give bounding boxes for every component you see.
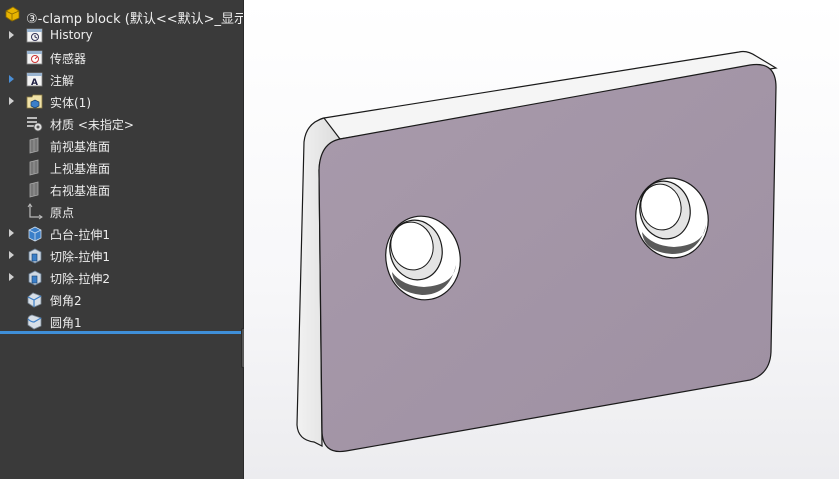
plane-icon [29, 159, 39, 176]
tree-item-chamfer2[interactable]: 倒角2 [0, 288, 243, 310]
material-icon [27, 117, 43, 132]
svg-text:A: A [31, 78, 38, 88]
solid-bodies-icon [26, 94, 43, 109]
part-model-view[interactable] [244, 0, 839, 479]
tree-item-sensors[interactable]: 传感器 [0, 46, 243, 68]
feature-manager-tree: ③-clamp block (默认<<默认>_显示状 History 传感器 A [0, 0, 243, 479]
tree-item-label: 凸台-拉伸1 [50, 228, 110, 242]
tree-item-label: 切除-拉伸2 [50, 272, 110, 286]
sensor-icon [26, 50, 43, 65]
tree-item-label: 倒角2 [50, 294, 82, 308]
history-icon [26, 28, 43, 43]
tree-item-right-plane[interactable]: 右视基准面 [0, 178, 243, 200]
tree-item-fillet1[interactable]: 圆角1 [0, 310, 243, 332]
tree-item-label: 材质 <未指定> [50, 118, 134, 132]
expand-arrow-icon[interactable] [9, 75, 14, 83]
tree-item-annotations[interactable]: A 注解 [0, 68, 243, 90]
chamfer-icon [27, 292, 42, 308]
tree-item-label: 切除-拉伸1 [50, 250, 110, 264]
tree-item-top-plane[interactable]: 上视基准面 [0, 156, 243, 178]
expand-arrow-icon[interactable] [9, 31, 14, 39]
expand-arrow-icon[interactable] [9, 251, 14, 259]
tree-item-cut-extrude2[interactable]: 切除-拉伸2 [0, 266, 243, 288]
tree-item-label: 原点 [50, 206, 75, 220]
tree-item-history[interactable]: History [0, 24, 243, 46]
expand-arrow-icon[interactable] [9, 273, 14, 281]
tree-item-solid-bodies[interactable]: 实体(1) [0, 90, 243, 112]
tree-item-label: 注解 [50, 74, 75, 88]
origin-icon [27, 203, 43, 220]
expand-arrow-icon[interactable] [9, 229, 14, 237]
expand-arrow-icon[interactable] [9, 97, 14, 105]
graphics-viewport[interactable] [244, 0, 839, 479]
part-icon [5, 6, 20, 22]
fillet-icon [27, 314, 42, 330]
cut-extrude-icon [28, 270, 42, 286]
tree-item-label: 前视基准面 [50, 140, 111, 154]
plane-icon [29, 181, 39, 198]
tree-item-label: History [50, 28, 93, 42]
tree-item-label: 右视基准面 [50, 184, 111, 198]
cut-extrude-icon [28, 248, 42, 264]
tree-item-boss-extrude1[interactable]: 凸台-拉伸1 [0, 222, 243, 244]
tree-item-origin[interactable]: 原点 [0, 200, 243, 222]
part-root-node[interactable]: ③-clamp block (默认<<默认>_显示状 [0, 3, 243, 27]
tree-item-label: 上视基准面 [50, 162, 111, 176]
tree-item-cut-extrude1[interactable]: 切除-拉伸1 [0, 244, 243, 266]
tree-item-label: 传感器 [50, 52, 87, 66]
boss-extrude-icon [28, 226, 42, 242]
annotation-icon: A [26, 72, 43, 88]
tree-item-material[interactable]: 材质 <未指定> [0, 112, 243, 134]
plane-icon [29, 137, 39, 154]
rollback-bar[interactable] [0, 331, 241, 334]
tree-item-label: 圆角1 [50, 316, 82, 330]
tree-item-label: 实体(1) [50, 96, 91, 110]
tree-item-front-plane[interactable]: 前视基准面 [0, 134, 243, 156]
